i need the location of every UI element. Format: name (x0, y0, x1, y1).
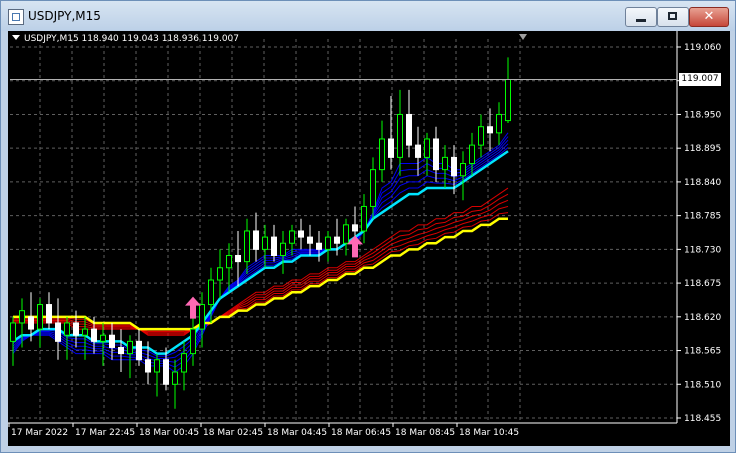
candle-body (496, 113, 502, 134)
candle-body (64, 322, 70, 336)
candle-body (172, 371, 178, 385)
candle-body (469, 144, 475, 165)
price-axis-label: 118.730 (684, 245, 721, 255)
candle-body (280, 242, 286, 256)
candle-body (433, 138, 439, 171)
time-axis-label: 18 Mar 04:45 (267, 428, 327, 438)
price-axis-label: 118.510 (684, 380, 721, 390)
price-axis-label: 118.675 (684, 279, 721, 289)
time-axis-label: 17 Mar 22:45 (75, 428, 135, 438)
minimize-button[interactable] (625, 7, 657, 27)
candle-body (127, 340, 133, 355)
candle-body (487, 126, 493, 134)
candle-body (226, 254, 232, 269)
candle-body (424, 138, 430, 158)
candle-body (73, 322, 79, 336)
maximize-button[interactable] (657, 7, 689, 27)
candle-body (370, 169, 376, 207)
price-chart[interactable]: 119.060119.005118.950118.895118.840118.7… (8, 31, 730, 446)
price-axis-label: 118.895 (684, 144, 721, 154)
terminal-window: USDJPY,M15 ✕ 119.060119.005118.950118.89… (0, 0, 736, 453)
candle-body (82, 328, 88, 336)
current-price-label: 119.007 (679, 73, 721, 86)
candle-body (145, 359, 151, 373)
chart-background (8, 31, 730, 446)
candle-body (19, 310, 25, 324)
time-axis-label: 18 Mar 08:45 (395, 428, 455, 438)
candle-body (163, 359, 169, 385)
candle-body (235, 254, 241, 263)
collapse-triangle-icon[interactable] (12, 35, 20, 40)
candle-body (190, 328, 196, 355)
candle-body (352, 224, 358, 232)
price-axis-label: 118.840 (684, 178, 721, 188)
candle-body (253, 230, 259, 250)
candle-body (307, 236, 313, 244)
chart-window-icon (8, 9, 24, 25)
candle-body (109, 334, 115, 348)
candle-body (271, 236, 277, 256)
candle-body (199, 304, 205, 330)
candle-body (136, 340, 142, 361)
candle-body (289, 230, 295, 244)
close-icon: ✕ (703, 9, 715, 24)
candle-body (379, 138, 385, 171)
price-axis-label: 119.060 (684, 43, 721, 53)
candle-body (181, 353, 187, 373)
candlestick-chart[interactable]: 119.060119.005118.950118.895118.840118.7… (8, 31, 730, 446)
price-axis-label: 118.565 (684, 347, 721, 357)
candle-body (343, 224, 349, 244)
price-axis-label: 118.455 (684, 414, 721, 424)
candle-body (460, 163, 466, 177)
candle-body (406, 113, 412, 146)
price-axis-label: 118.785 (684, 212, 721, 222)
candle-body (298, 230, 304, 238)
candle-body (316, 242, 322, 250)
time-axis-label: 17 Mar 2022 (11, 428, 68, 438)
title-bar[interactable]: USDJPY,M15 ✕ (1, 1, 735, 31)
candle-body (442, 156, 448, 171)
time-axis-label: 18 Mar 02:45 (203, 428, 263, 438)
candle-body (505, 79, 511, 122)
candle-body (28, 316, 34, 330)
candle-body (118, 346, 124, 355)
candle-body (37, 304, 43, 330)
candle-body (91, 328, 97, 342)
candle-body (325, 236, 331, 250)
candle-body (55, 322, 61, 342)
candle-body (244, 230, 250, 263)
window-title: USDJPY,M15 (28, 9, 101, 23)
candle-body (334, 236, 340, 244)
candle-body (208, 279, 214, 306)
candle-body (100, 334, 106, 342)
price-axis-label: 118.950 (684, 110, 721, 120)
symbol-info-text: USDJPY,M15 118.940 119.043 118.936 119.0… (24, 34, 240, 44)
candle-body (154, 359, 160, 373)
time-axis-label: 18 Mar 00:45 (139, 428, 199, 438)
candle-body (388, 138, 394, 158)
price-axis-label: 118.620 (684, 313, 721, 323)
candle-body (46, 304, 52, 324)
time-axis-label: 18 Mar 06:45 (331, 428, 391, 438)
candle-body (217, 267, 223, 281)
candle-body (451, 156, 457, 177)
time-axis-label: 18 Mar 10:45 (459, 428, 519, 438)
candle-body (415, 144, 421, 158)
candle-body (262, 236, 268, 250)
candle-body (10, 322, 16, 342)
candle-body (361, 205, 367, 232)
candle-body (397, 113, 403, 158)
candle-body (478, 126, 484, 146)
close-button[interactable]: ✕ (689, 7, 729, 27)
minimize-icon (636, 19, 646, 22)
symbol-info: USDJPY,M15 118.940 119.043 118.936 119.0… (12, 34, 239, 44)
maximize-icon (668, 12, 677, 20)
